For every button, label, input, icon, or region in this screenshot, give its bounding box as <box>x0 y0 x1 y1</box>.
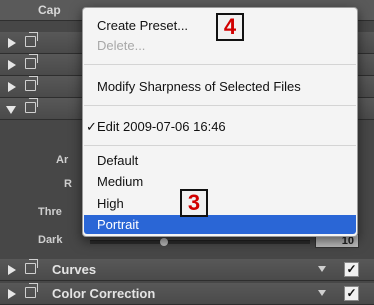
radius-label: R <box>64 178 72 190</box>
annotation-badge-4: 4 <box>216 13 244 41</box>
dark-limit-label: Dark <box>38 234 63 246</box>
curves-section-row[interactable]: Curves ✓ <box>0 259 374 281</box>
curves-title: Curves <box>52 262 97 277</box>
copy-icon[interactable] <box>25 76 38 91</box>
copy-icon[interactable] <box>25 54 38 69</box>
dropdown-arrow-icon[interactable] <box>318 290 326 296</box>
copy-icon[interactable] <box>25 283 38 298</box>
preset-default-item[interactable]: Default <box>97 153 138 168</box>
amount-label: Ar <box>56 154 69 166</box>
disclosure-triangle-icon[interactable] <box>8 82 16 92</box>
curves-enable-checkbox[interactable]: ✓ <box>344 262 359 277</box>
edit-preset-item[interactable]: Edit 2009-07-06 16:46 <box>97 119 226 134</box>
menu-separator <box>84 105 356 106</box>
color-correction-enable-checkbox[interactable]: ✓ <box>344 286 359 301</box>
preset-medium-item[interactable]: Medium <box>97 174 143 189</box>
modify-sharpness-item[interactable]: Modify Sharpness of Selected Files <box>97 79 301 94</box>
annotation-badge-3: 3 <box>180 189 208 217</box>
preset-portrait-label: Portrait <box>97 217 139 232</box>
copy-icon[interactable] <box>25 32 38 47</box>
delete-item: Delete... <box>97 38 146 53</box>
menu-separator <box>84 145 356 146</box>
color-correction-section-row[interactable]: Color Correction ✓ <box>0 283 374 305</box>
color-correction-title: Color Correction <box>52 286 156 301</box>
disclosure-triangle-icon[interactable] <box>8 289 16 299</box>
preset-high-item[interactable]: High <box>97 196 124 211</box>
menu-separator <box>84 64 356 65</box>
dropdown-arrow-icon[interactable] <box>318 266 326 272</box>
copy-icon[interactable] <box>25 259 38 274</box>
dark-limit-slider[interactable] <box>90 238 310 246</box>
disclosure-triangle-icon[interactable] <box>8 265 16 275</box>
slider-knob[interactable] <box>160 238 168 246</box>
threshold-label: Thre <box>38 206 62 218</box>
copy-icon[interactable] <box>25 98 38 113</box>
disclosure-triangle-icon[interactable] <box>8 38 16 48</box>
disclosure-triangle-icon[interactable] <box>8 60 16 70</box>
disclosure-triangle-open-icon[interactable] <box>6 106 16 114</box>
preset-portrait-item[interactable]: Portrait <box>84 215 356 234</box>
checkmark-icon: ✓ <box>86 119 97 134</box>
create-preset-item[interactable]: Create Preset... <box>97 18 188 33</box>
sharpening-presets-menu: Create Preset... Delete... Modify Sharpn… <box>82 7 358 237</box>
panel-header-label: Cap <box>38 3 61 17</box>
